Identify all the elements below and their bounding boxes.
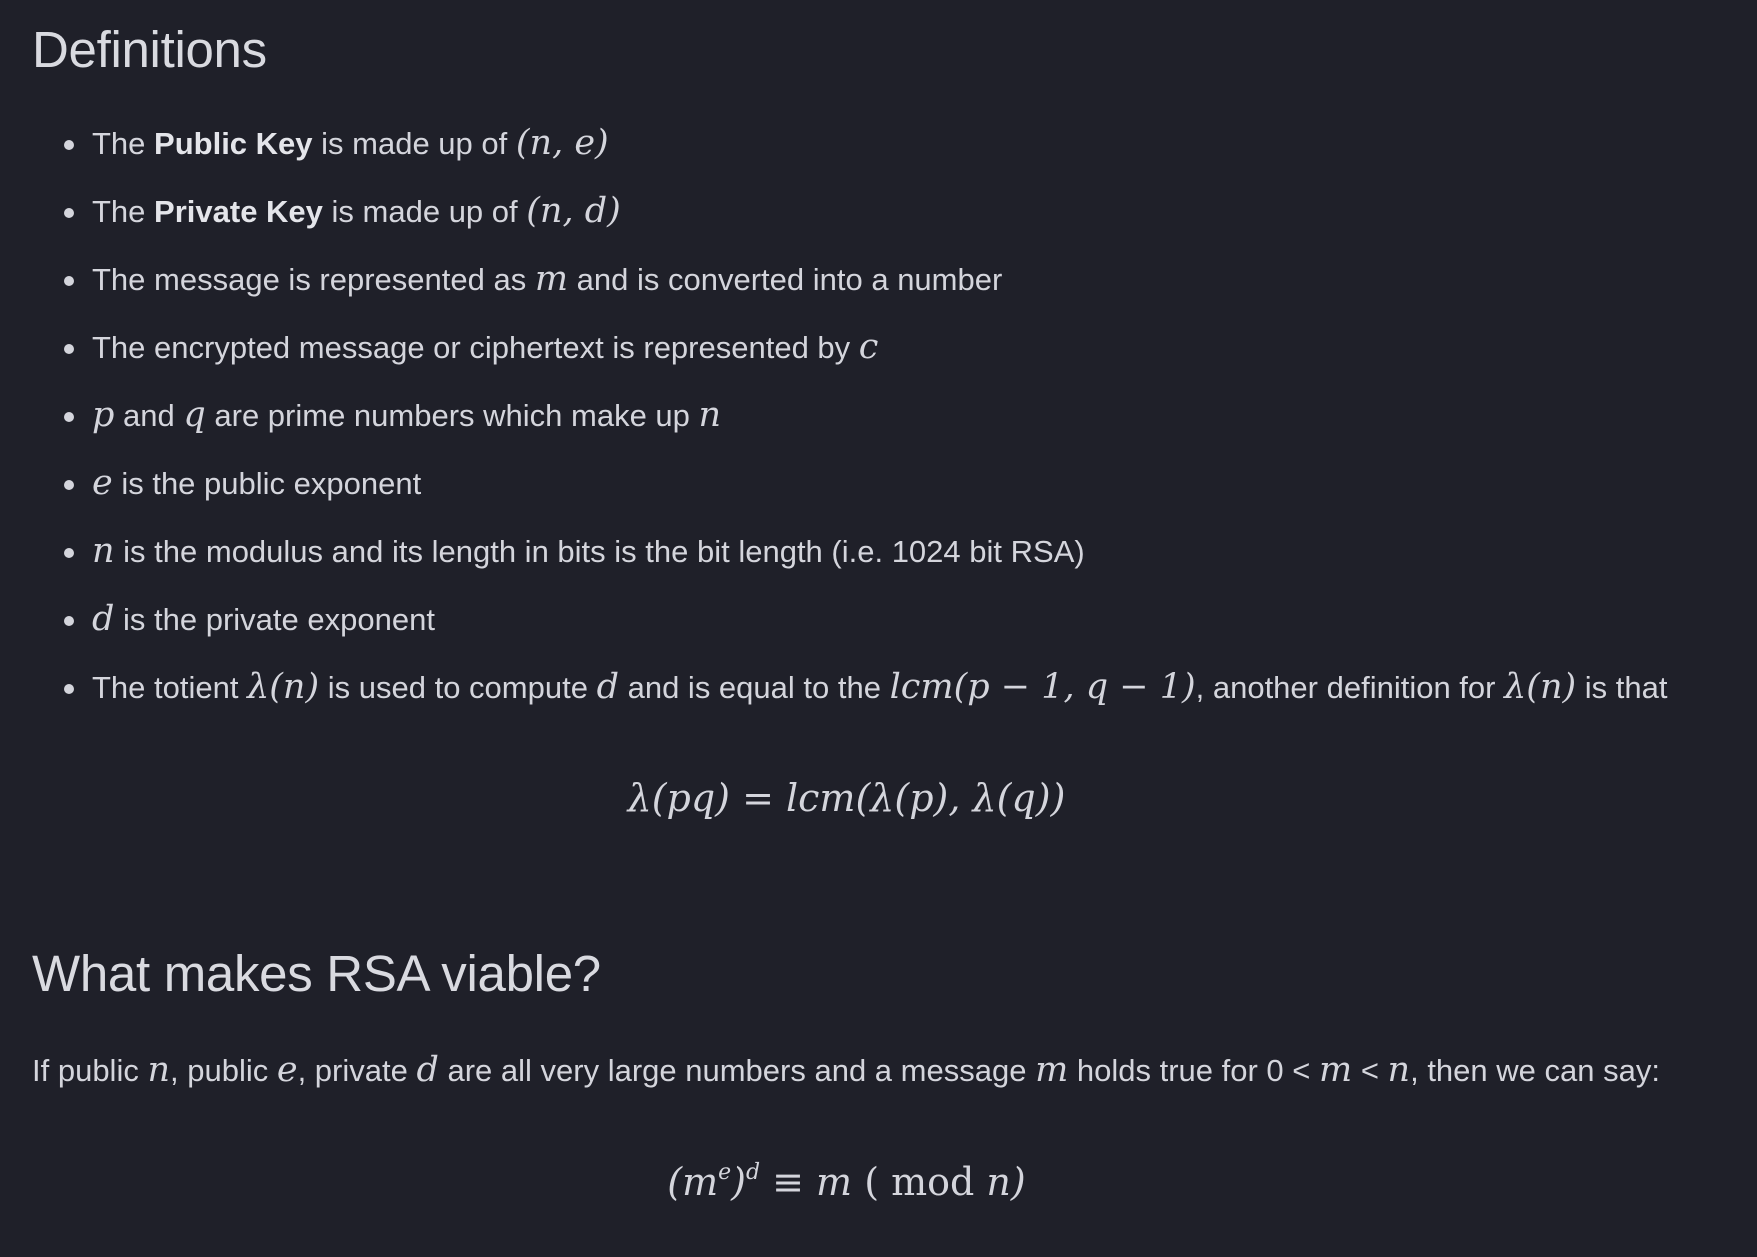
eq-part: n) bbox=[986, 1160, 1026, 1204]
bold-term: Private Key bbox=[154, 194, 323, 229]
text: The bbox=[92, 194, 155, 229]
text: is made up of bbox=[322, 194, 527, 229]
lambda-equation: λ(pq) = lcm(λ(p), λ(q)) bbox=[627, 776, 1066, 820]
text: If public bbox=[32, 1053, 148, 1088]
text: The bbox=[92, 126, 155, 161]
definitions-heading: Definitions bbox=[32, 21, 267, 78]
math-expression: c bbox=[858, 327, 879, 367]
rsa-equation: (me)d ≡ m ( mod n) bbox=[0, 1160, 1725, 1204]
math-expression: q bbox=[183, 395, 206, 435]
list-item-public-key: The Public Key is made up of (n, e) bbox=[64, 118, 1744, 186]
text: is the private exponent bbox=[114, 602, 435, 637]
list-item-private-key: The Private Key is made up of (n, d) bbox=[64, 186, 1744, 254]
rsa-viable-heading: What makes RSA viable? bbox=[32, 945, 601, 1002]
math-expression: n bbox=[92, 531, 115, 571]
text: The encrypted message or ciphertext is r… bbox=[92, 330, 859, 365]
list-item-public-exponent: e is the public exponent bbox=[64, 458, 1744, 526]
text: is the public exponent bbox=[112, 466, 422, 501]
definitions-list: The Public Key is made up of (n, e) The … bbox=[64, 118, 1744, 730]
bold-term: Public Key bbox=[154, 126, 313, 161]
text: is that bbox=[1576, 670, 1668, 705]
eq-part: ≡ m bbox=[760, 1160, 865, 1204]
text: is made up of bbox=[312, 126, 516, 161]
math-expression: e bbox=[276, 1050, 298, 1090]
text: holds true for 0 < bbox=[1068, 1053, 1319, 1088]
list-item-primes: p and q are prime numbers which make up … bbox=[64, 390, 1744, 458]
math-expression: λ(n) bbox=[247, 667, 320, 707]
math-expression: n bbox=[147, 1050, 170, 1090]
text: The totient bbox=[92, 670, 248, 705]
math-expression: d bbox=[596, 667, 619, 707]
rsa-paragraph: If public n, public e, private d are all… bbox=[32, 1045, 1660, 1096]
math-expression: d bbox=[416, 1050, 439, 1090]
list-item-ciphertext: The encrypted message or ciphertext is r… bbox=[64, 322, 1744, 390]
text: are prime numbers which make up bbox=[205, 398, 699, 433]
math-expression: (n, e) bbox=[515, 123, 609, 163]
math-expression: m bbox=[534, 259, 569, 299]
math-expression: e bbox=[92, 463, 113, 503]
math-expression: m bbox=[1319, 1050, 1353, 1090]
text: is the modulus and its length in bits is… bbox=[114, 534, 1085, 569]
math-expression: m bbox=[1035, 1050, 1069, 1090]
text: is used to compute bbox=[319, 670, 597, 705]
list-item-modulus: n is the modulus and its length in bits … bbox=[64, 526, 1744, 594]
text: , public bbox=[170, 1053, 277, 1088]
math-expression: n bbox=[1387, 1050, 1411, 1090]
text: , another definition for bbox=[1195, 670, 1505, 705]
text: < bbox=[1352, 1053, 1388, 1088]
math-expression: λ(n) bbox=[1504, 667, 1577, 707]
list-item-totient: The totient λ(n) is used to compute d an… bbox=[64, 662, 1744, 730]
math-expression: p bbox=[92, 395, 115, 435]
eq-part: ) bbox=[731, 1160, 746, 1204]
text: and is converted into a number bbox=[568, 262, 1003, 297]
math-expression: d bbox=[92, 599, 115, 639]
text: and is equal to the bbox=[618, 670, 890, 705]
math-expression: n bbox=[698, 395, 722, 435]
text: The message is represented as bbox=[92, 262, 535, 297]
text: , private bbox=[297, 1053, 417, 1088]
text: and bbox=[114, 398, 184, 433]
text: are all very large numbers and a message bbox=[438, 1053, 1036, 1088]
math-expression: lcm(p − 1, q − 1) bbox=[889, 667, 1196, 707]
eq-exponent: e bbox=[718, 1160, 732, 1185]
list-item-private-exponent: d is the private exponent bbox=[64, 594, 1744, 662]
math-expression: (n, d) bbox=[526, 191, 621, 231]
eq-exponent: d bbox=[745, 1160, 761, 1185]
eq-mod: ( mod bbox=[864, 1160, 987, 1204]
text: , then we can say: bbox=[1410, 1053, 1660, 1088]
list-item-message: The message is represented as m and is c… bbox=[64, 254, 1744, 322]
eq-part: (m bbox=[667, 1160, 719, 1204]
